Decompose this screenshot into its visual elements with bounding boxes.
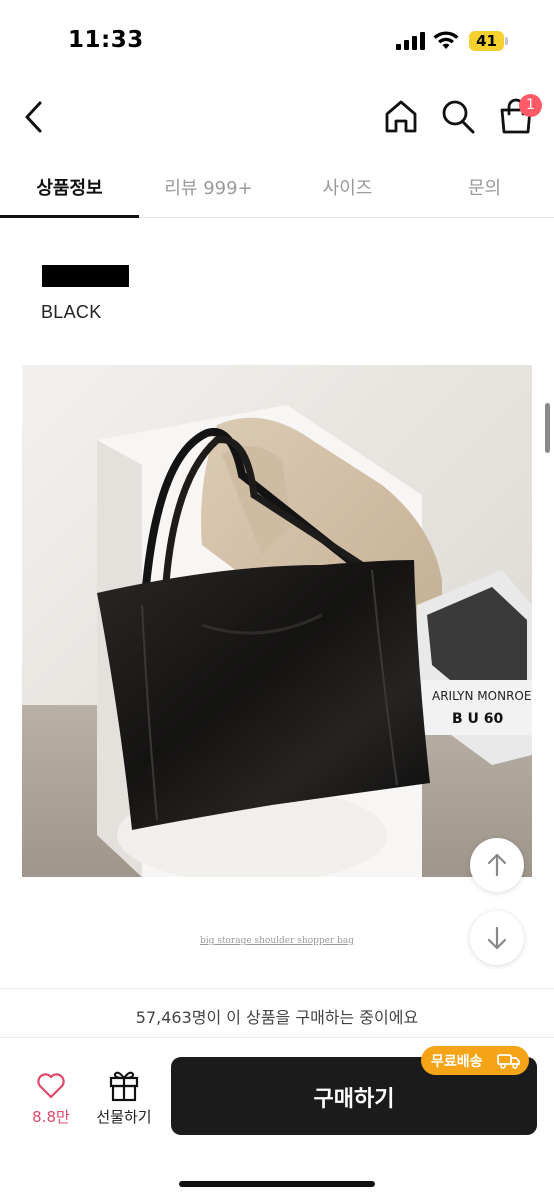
color-name: BLACK [41,302,102,322]
battery-icon: 41 [469,31,509,51]
tab-inquiry[interactable]: 문의 [415,174,554,204]
gift-button[interactable]: 선물하기 [88,1068,160,1130]
scroll-down-button[interactable] [470,911,524,965]
svg-text:ARILYN MONROE: ARILYN MONROE [432,689,531,703]
truck-icon [497,1054,520,1069]
buy-label: 구매하기 [313,1087,395,1112]
gift-icon [109,1071,139,1102]
product-image: ARILYN MONROE B U 60 [22,365,532,877]
scroll-up-button[interactable] [470,838,524,892]
scroll-down-icon [487,926,507,950]
wifi-icon [433,31,459,49]
status-time: 11:33 [68,27,144,53]
active-tab-indicator [0,215,139,218]
scroll-up-icon [487,853,507,877]
status-bar: 11:33 41 [0,0,554,80]
tab-product-info[interactable]: 상품정보 [0,174,139,204]
tab-reviews[interactable]: 리뷰 999+ [139,174,278,204]
like-button[interactable]: 8.8만 [22,1068,80,1130]
gift-label: 선물하기 [96,1108,152,1126]
home-icon[interactable] [382,97,420,137]
svg-text:B U 60: B U 60 [452,711,504,727]
signal-icon [396,32,426,50]
free-shipping-badge: 무료배송 [421,1046,529,1075]
product-tabs: 상품정보 리뷰 999+ 사이즈 문의 [0,160,554,218]
scrollbar[interactable] [545,403,550,453]
free-shipping-label: 무료배송 [431,1054,483,1070]
color-swatch [42,265,129,287]
cart-count-badge: 1 [519,94,542,117]
tab-size[interactable]: 사이즈 [278,174,417,204]
heart-icon [37,1073,65,1099]
back-icon[interactable] [18,97,52,137]
battery-level: 41 [476,32,497,50]
like-count: 8.8만 [32,1108,70,1126]
purchase-status-text: 57,463명이 이 상품을 구매하는 중이에요 [135,1008,419,1027]
purchase-status-strip: 57,463명이 이 상품을 구매하는 중이에요 [0,988,554,1038]
home-indicator [179,1181,375,1187]
search-icon[interactable] [440,98,476,136]
